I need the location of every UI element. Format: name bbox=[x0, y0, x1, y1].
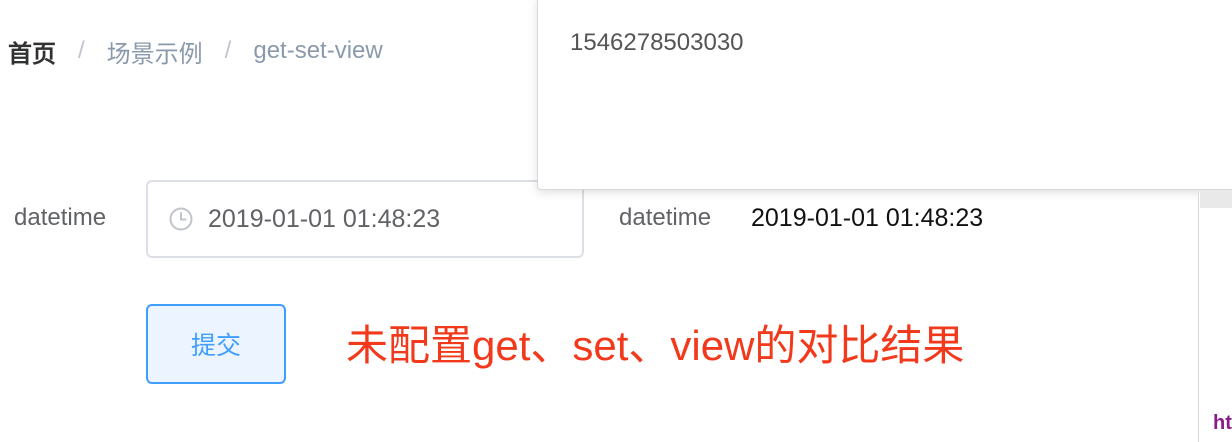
result-value: 2019-01-01 01:48:23 bbox=[751, 204, 984, 232]
value-popup: 1546278503030 bbox=[537, 0, 1232, 190]
side-panel bbox=[1198, 192, 1232, 442]
clock-icon bbox=[168, 206, 194, 232]
breadcrumb-item-current-page: get-set-view bbox=[253, 37, 383, 64]
breadcrumb: 首页 / 场景示例 / get-set-view bbox=[8, 34, 383, 68]
annotation-text: 未配置get、set、view的对比结果 bbox=[346, 322, 965, 369]
popup-timestamp: 1546278503030 bbox=[570, 29, 744, 56]
side-panel-scrollbar[interactable] bbox=[1200, 192, 1232, 208]
result-label: datetime bbox=[619, 204, 712, 231]
datetime-input-value: 2019-01-01 01:48:23 bbox=[208, 204, 441, 233]
side-panel-snippet: ht bbox=[1213, 412, 1232, 434]
datetime-field-label: datetime bbox=[14, 204, 107, 231]
breadcrumb-home[interactable]: 首页 bbox=[8, 34, 56, 69]
breadcrumb-separator: / bbox=[78, 37, 85, 64]
datetime-input[interactable]: 2019-01-01 01:48:23 bbox=[146, 180, 584, 258]
breadcrumb-item-scene-examples[interactable]: 场景示例 bbox=[107, 34, 203, 69]
submit-button[interactable]: 提交 bbox=[146, 304, 286, 384]
breadcrumb-separator: / bbox=[224, 37, 232, 64]
